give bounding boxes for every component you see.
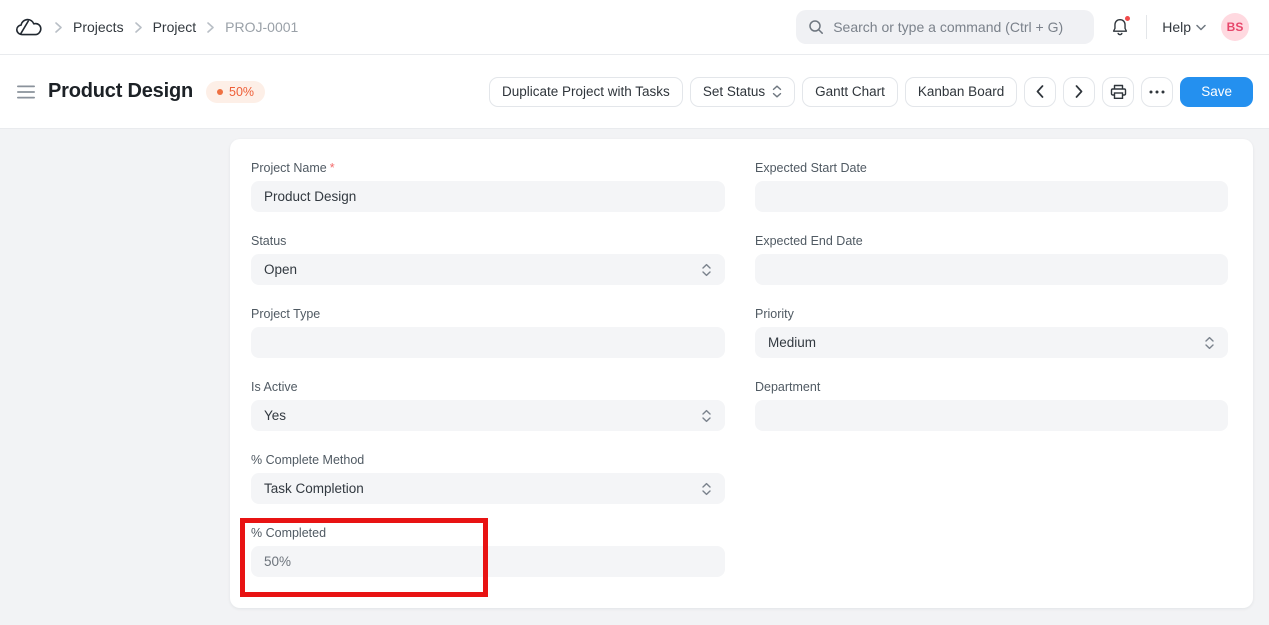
gantt-chart-button[interactable]: Gantt Chart bbox=[802, 76, 898, 107]
is-active-value: Yes bbox=[264, 408, 287, 423]
priority-value: Medium bbox=[768, 335, 817, 350]
up-down-chevrons-icon bbox=[772, 85, 782, 98]
breadcrumb-separator-icon bbox=[55, 21, 62, 33]
expected-start-date-input[interactable] bbox=[755, 181, 1228, 212]
field-status: Status Open bbox=[251, 234, 725, 285]
global-search[interactable] bbox=[796, 10, 1095, 44]
expected-end-date-input[interactable] bbox=[755, 254, 1228, 285]
breadcrumb-separator-icon bbox=[207, 21, 214, 33]
print-button[interactable] bbox=[1102, 76, 1135, 107]
department-input[interactable] bbox=[755, 400, 1228, 431]
frappe-cloud-logo-icon[interactable] bbox=[14, 15, 44, 40]
set-status-button[interactable]: Set Status bbox=[689, 76, 796, 107]
top-navbar: Projects Project PROJ-0001 Search or typ… bbox=[0, 0, 1269, 55]
required-asterisk: * bbox=[329, 161, 335, 175]
printer-icon bbox=[1110, 84, 1127, 100]
main-content: Project Name* Status Open Project Type I… bbox=[0, 129, 1269, 625]
is-active-label: Is Active bbox=[251, 380, 298, 394]
ellipsis-icon bbox=[1149, 90, 1165, 94]
percent-complete-method-value: Task Completion bbox=[264, 481, 364, 496]
badge-dot-icon bbox=[217, 88, 223, 95]
save-button[interactable]: Save bbox=[1180, 76, 1253, 107]
progress-badge: 50% bbox=[206, 80, 266, 103]
set-status-label: Set Status bbox=[702, 84, 766, 99]
notifications-button[interactable] bbox=[1109, 15, 1132, 38]
field-is-active: Is Active Yes bbox=[251, 380, 725, 431]
priority-select[interactable]: Medium bbox=[755, 327, 1228, 358]
field-expected-start-date: Expected Start Date bbox=[755, 161, 1228, 212]
percent-complete-method-label: % Complete Method bbox=[251, 453, 365, 467]
chevron-down-icon bbox=[1196, 24, 1206, 31]
badge-value: 50% bbox=[229, 84, 255, 99]
breadcrumb-item-current: PROJ-0001 bbox=[225, 19, 299, 35]
search-input[interactable] bbox=[833, 19, 1083, 35]
toolbar: Duplicate Project with Tasks Set Status … bbox=[488, 76, 1253, 107]
percent-complete-method-select[interactable]: Task Completion bbox=[251, 473, 725, 504]
status-value: Open bbox=[264, 262, 298, 277]
project-type-label: Project Type bbox=[251, 307, 321, 321]
help-menu[interactable]: Help bbox=[1162, 19, 1206, 35]
prev-record-button[interactable] bbox=[1024, 76, 1057, 107]
expected-start-date-label: Expected Start Date bbox=[755, 161, 867, 175]
project-name-label: Project Name * bbox=[251, 161, 335, 175]
field-project-type: Project Type bbox=[251, 307, 725, 358]
search-icon bbox=[808, 19, 824, 35]
percent-completed-label: % Completed bbox=[251, 526, 327, 540]
project-type-input[interactable] bbox=[251, 327, 725, 358]
chevron-left-icon bbox=[1036, 85, 1044, 98]
breadcrumb-item-projects[interactable]: Projects bbox=[73, 19, 124, 35]
navbar-divider bbox=[1146, 15, 1148, 39]
avatar[interactable]: BS bbox=[1221, 13, 1249, 41]
help-label: Help bbox=[1162, 19, 1191, 35]
page-title: Product Design bbox=[48, 80, 193, 102]
field-expected-end-date: Expected End Date bbox=[755, 234, 1228, 285]
project-name-input[interactable] bbox=[251, 181, 725, 212]
field-percent-complete-method: % Complete Method Task Completion bbox=[251, 453, 725, 504]
sidebar-toggle-button[interactable] bbox=[17, 85, 35, 99]
kanban-board-button[interactable]: Kanban Board bbox=[904, 76, 1018, 107]
field-priority: Priority Medium bbox=[755, 307, 1228, 358]
up-down-chevrons-icon bbox=[701, 482, 712, 496]
field-percent-completed: % Completed bbox=[251, 526, 725, 577]
department-label: Department bbox=[755, 380, 821, 394]
next-record-button[interactable] bbox=[1063, 76, 1096, 107]
priority-label: Priority bbox=[755, 307, 794, 321]
expected-end-date-label: Expected End Date bbox=[755, 234, 863, 248]
duplicate-project-button[interactable]: Duplicate Project with Tasks bbox=[488, 76, 683, 107]
more-menu-button[interactable] bbox=[1141, 76, 1174, 107]
status-label: Status bbox=[251, 234, 287, 248]
page-header: Product Design 50% Duplicate Project wit… bbox=[0, 55, 1269, 129]
breadcrumb-separator-icon bbox=[134, 21, 142, 33]
project-form-card: Project Name* Status Open Project Type I… bbox=[230, 139, 1253, 608]
breadcrumb-item-project[interactable]: Project bbox=[153, 19, 197, 35]
field-department: Department bbox=[755, 380, 1228, 431]
breadcrumb: Projects Project PROJ-0001 bbox=[14, 15, 298, 40]
up-down-chevrons-icon bbox=[701, 263, 712, 277]
up-down-chevrons-icon bbox=[1204, 336, 1215, 350]
field-project-name: Project Name * bbox=[251, 161, 725, 212]
status-select[interactable]: Open bbox=[251, 254, 725, 285]
percent-completed-input[interactable] bbox=[251, 546, 725, 577]
is-active-select[interactable]: Yes bbox=[251, 400, 725, 431]
chevron-right-icon bbox=[1075, 85, 1083, 98]
up-down-chevrons-icon bbox=[701, 409, 712, 423]
